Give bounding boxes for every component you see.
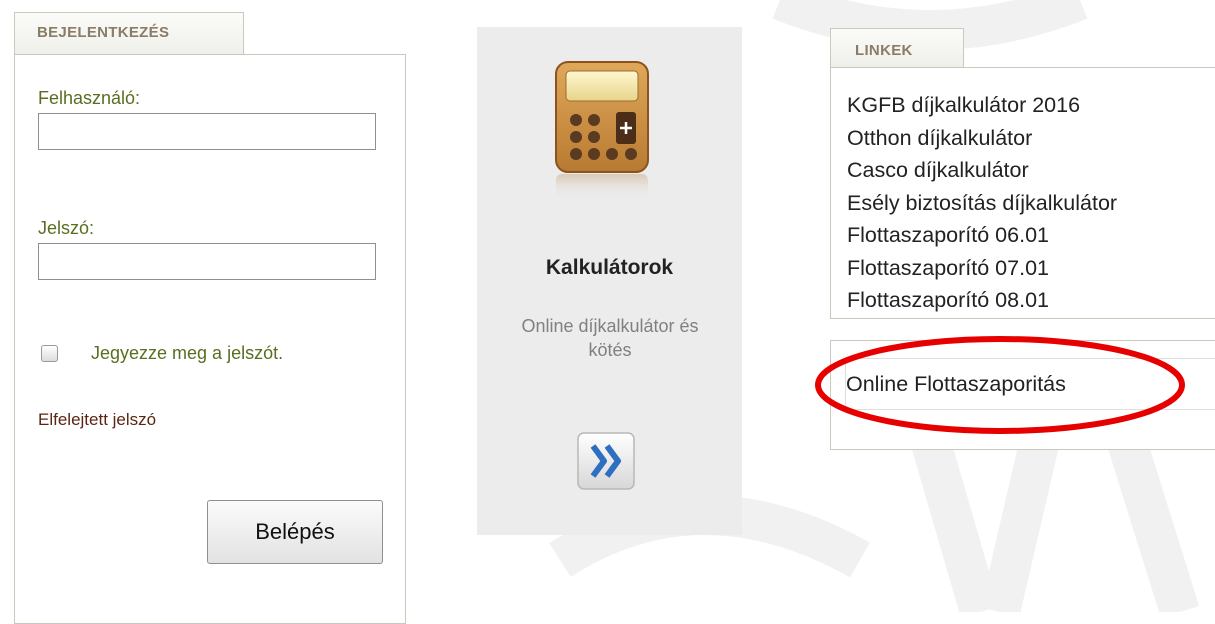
links-list: KGFB díjkalkulátor 2016 Otthon díjkalkul… [847,89,1117,317]
link-otthon[interactable]: Otthon díjkalkulátor [847,122,1117,155]
login-tab: BEJELENTKEZÉS [14,12,244,55]
password-label: Jelszó: [38,218,95,238]
links-tab: LINKEK [830,28,964,68]
calculator-icon [555,61,649,200]
username-label: Felhasználó: [38,88,141,108]
password-input[interactable] [38,243,376,280]
calculator-card[interactable]: Kalkulátorok Online díjkalkulátor és köt… [477,27,742,535]
remember-checkbox[interactable] [41,345,58,362]
calculator-description: Online díjkalkulátor és kötés [521,316,699,360]
link-casco[interactable]: Casco díjkalkulátor [847,154,1117,187]
link-kgfb-2016[interactable]: KGFB díjkalkulátor 2016 [847,89,1117,122]
online-fleet-link[interactable]: Online Flottaszaporitás [846,372,1066,397]
login-button[interactable]: Belépés [207,500,383,564]
calculator-title[interactable]: Kalkulátorok [477,256,742,280]
link-esely[interactable]: Esély biztosítás díjkalkulátor [847,187,1117,220]
link-flotta-0701[interactable]: Flottaszaporító 07.01 [847,252,1117,285]
links-panel: KGFB díjkalkulátor 2016 Otthon díjkalkul… [830,67,1215,319]
username-input[interactable] [38,113,376,150]
double-chevron-right-icon[interactable] [576,431,639,494]
remember-label[interactable]: Jegyezze meg a jelszót. [91,343,283,364]
forgot-password-link[interactable]: Elfelejtett jelszó [38,410,156,430]
link-flotta-0601[interactable]: Flottaszaporító 06.01 [847,219,1117,252]
link-flotta-0801[interactable]: Flottaszaporító 08.01 [847,284,1117,317]
